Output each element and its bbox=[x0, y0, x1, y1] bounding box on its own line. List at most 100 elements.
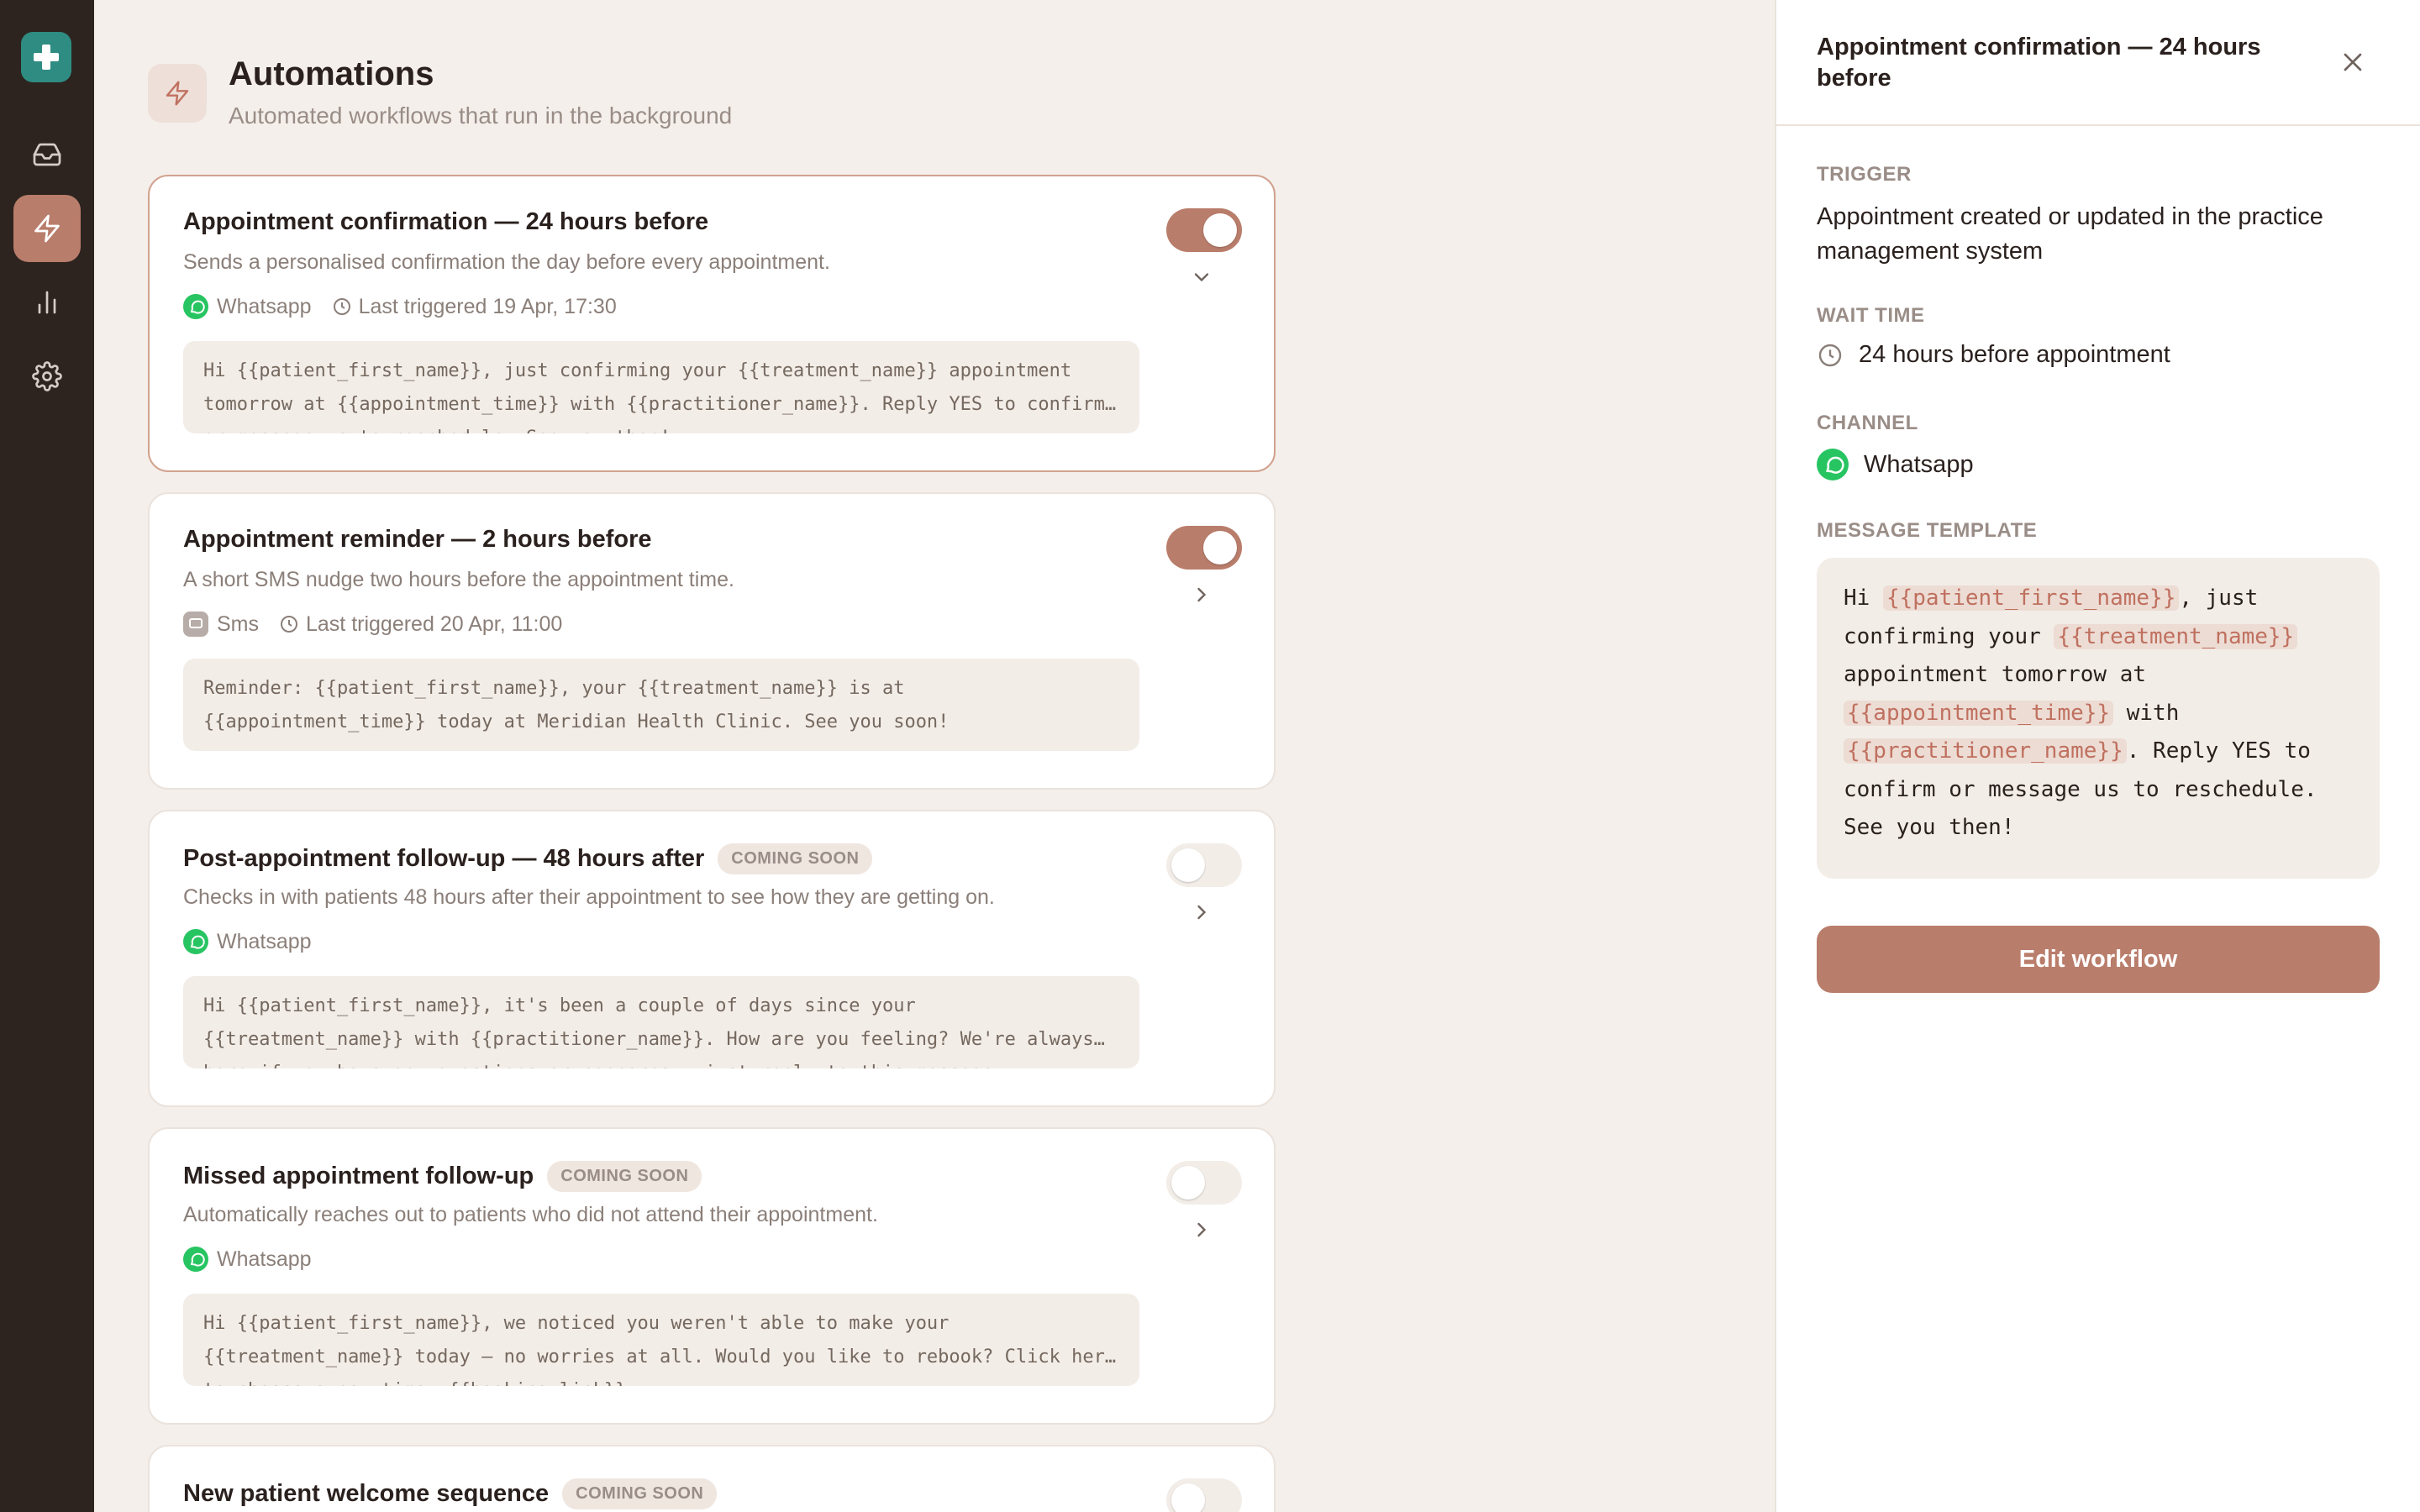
page-subtitle: Automated workflows that run in the back… bbox=[229, 102, 733, 129]
sidebar bbox=[0, 0, 94, 1512]
chevron-right-icon[interactable] bbox=[1190, 583, 1213, 606]
card-title-row: Appointment reminder — 2 hours before bbox=[183, 526, 652, 554]
enable-toggle[interactable] bbox=[1166, 1161, 1242, 1205]
message-template-preview: Hi {{patient_first_name}}, we noticed yo… bbox=[183, 1294, 1139, 1386]
chevron-down-icon[interactable] bbox=[1190, 265, 1213, 289]
card-description: A short SMS nudge two hours before the a… bbox=[183, 568, 734, 591]
template-text-segment: with bbox=[2113, 700, 2180, 726]
card-title: Appointment reminder — 2 hours before bbox=[183, 526, 652, 553]
whatsapp-icon bbox=[1817, 449, 1849, 480]
message-template-preview: Hi {{patient_first_name}}, it's been a c… bbox=[183, 976, 1139, 1068]
channel-label: CHANNEL bbox=[1817, 412, 1918, 434]
toggle-knob bbox=[1171, 848, 1205, 882]
automation-card[interactable]: Appointment reminder — 2 hours before A … bbox=[148, 492, 1276, 790]
template-variable: {{patient_first_name}} bbox=[1882, 585, 2180, 611]
gear-icon bbox=[32, 361, 62, 391]
card-meta: Whatsapp bbox=[183, 1247, 312, 1272]
close-icon[interactable] bbox=[2338, 47, 2368, 77]
template-text: Reminder: {{patient_first_name}}, your {… bbox=[203, 678, 950, 732]
toggle-knob bbox=[1203, 213, 1237, 247]
card-meta: Sms Last triggered 20 Apr, 11:00 bbox=[183, 612, 562, 637]
card-title: Missed appointment follow-up bbox=[183, 1163, 534, 1189]
nav-automations[interactable] bbox=[13, 195, 81, 262]
enable-toggle[interactable] bbox=[1166, 1478, 1242, 1512]
card-title-row: New patient welcome sequence COMING SOON bbox=[183, 1478, 718, 1509]
sms-icon bbox=[183, 612, 208, 637]
edit-workflow-button[interactable]: Edit workflow bbox=[1817, 926, 2380, 993]
enable-toggle[interactable] bbox=[1166, 526, 1242, 570]
template-line: {{practitioner_name}}. Reply YES to bbox=[1844, 732, 2353, 771]
automation-card[interactable]: Missed appointment follow-up COMING SOON… bbox=[148, 1127, 1276, 1425]
clock-icon bbox=[281, 616, 297, 633]
app-logo[interactable] bbox=[21, 32, 71, 82]
template-text-segment: appointment tomorrow at bbox=[1844, 662, 2147, 687]
panel-title: Appointment confirmation — 24 hours befo… bbox=[1817, 34, 2261, 92]
wait-time-row: 24 hours before appointment bbox=[1817, 341, 2170, 369]
template-line: See you then! bbox=[1844, 809, 2353, 848]
clock-icon bbox=[1818, 344, 1842, 366]
nav-settings[interactable] bbox=[13, 343, 81, 410]
enable-toggle[interactable] bbox=[1166, 843, 1242, 887]
card-title-row: Post-appointment follow-up — 48 hours af… bbox=[183, 843, 873, 874]
card-title-row: Appointment confirmation — 24 hours befo… bbox=[183, 208, 708, 236]
whatsapp-icon bbox=[183, 929, 208, 954]
bar-chart-icon bbox=[38, 291, 56, 314]
card-title: New patient welcome sequence bbox=[183, 1480, 550, 1507]
template-line: Hi {{patient_first_name}}, just bbox=[1844, 580, 2353, 618]
coming-soon-badge: COMING SOON bbox=[547, 1161, 702, 1192]
trigger-value: Appointment created or updated in the pr… bbox=[1817, 203, 2323, 265]
last-triggered: Last triggered 19 Apr, 17:30 bbox=[358, 294, 617, 318]
lightning-icon bbox=[166, 81, 189, 106]
whatsapp-icon bbox=[183, 1247, 208, 1272]
automations-main: Automations Automated workflows that run… bbox=[94, 0, 1775, 1512]
card-description: Automatically reaches out to patients wh… bbox=[183, 1203, 878, 1226]
chevron-right-icon[interactable] bbox=[1190, 900, 1213, 924]
template-variable: {{practitioner_name}} bbox=[1844, 738, 2127, 764]
page-title: Automations bbox=[229, 55, 434, 92]
inbox-icon bbox=[33, 143, 61, 166]
toggle-knob bbox=[1171, 1483, 1205, 1512]
template-line: {{appointment_time}} with bbox=[1844, 695, 2353, 733]
enable-toggle[interactable] bbox=[1166, 208, 1242, 252]
template-text: Hi {{patient_first_name}}, we noticed yo… bbox=[203, 1313, 1117, 1386]
whatsapp-icon bbox=[183, 294, 208, 319]
message-template-preview: Reminder: {{patient_first_name}}, your {… bbox=[183, 659, 1139, 751]
lightning-icon bbox=[34, 214, 60, 243]
card-description: Sends a personalised confirmation the da… bbox=[183, 250, 830, 274]
template-text-segment: See you then! bbox=[1844, 815, 2015, 840]
card-description: Checks in with patients 48 hours after t… bbox=[183, 885, 995, 909]
toggle-knob bbox=[1171, 1166, 1205, 1200]
message-template-label: MESSAGE TEMPLATE bbox=[1817, 519, 2038, 542]
card-title: Appointment confirmation — 24 hours befo… bbox=[183, 208, 709, 235]
last-triggered: Last triggered 20 Apr, 11:00 bbox=[306, 612, 563, 636]
template-text-segment: Hi bbox=[1844, 585, 1883, 611]
coming-soon-badge: COMING SOON bbox=[562, 1478, 718, 1509]
clock-icon bbox=[333, 298, 350, 315]
message-template-full: Hi {{patient_first_name}}, just confirmin… bbox=[1817, 558, 2380, 879]
page-icon bbox=[148, 64, 207, 123]
chevron-right-icon[interactable] bbox=[1190, 1218, 1213, 1242]
template-text: Hi {{patient_first_name}}, just confirmi… bbox=[203, 360, 1117, 433]
plus-logo-icon bbox=[34, 45, 59, 70]
trigger-label: TRIGGER bbox=[1817, 163, 1912, 186]
nav-inbox[interactable] bbox=[13, 121, 81, 188]
channel-name: Whatsapp bbox=[217, 1247, 312, 1271]
template-lines: Hi {{patient_first_name}}, just confirmin… bbox=[1844, 580, 2353, 848]
automation-card[interactable]: Post-appointment follow-up — 48 hours af… bbox=[148, 810, 1276, 1107]
template-text-segment: confirm or message us to reschedule. bbox=[1844, 776, 2317, 802]
card-meta: Whatsapp bbox=[183, 929, 312, 954]
automation-card[interactable]: New patient welcome sequence COMING SOON bbox=[148, 1445, 1276, 1512]
template-text-segment: . Reply YES to bbox=[2126, 738, 2311, 764]
channel-name: Sms bbox=[217, 612, 259, 636]
channel-row: Whatsapp bbox=[1817, 449, 1974, 480]
automation-card[interactable]: Appointment confirmation — 24 hours befo… bbox=[148, 175, 1276, 472]
wait-time-label: WAIT TIME bbox=[1817, 304, 1925, 327]
template-text-segment: , just bbox=[2179, 585, 2259, 611]
template-line: confirming your {{treatment_name}} bbox=[1844, 618, 2353, 657]
card-title: Post-appointment follow-up — 48 hours af… bbox=[183, 845, 705, 872]
panel-header: Appointment confirmation — 24 hours befo… bbox=[1776, 0, 2420, 126]
message-template-preview: Hi {{patient_first_name}}, just confirmi… bbox=[183, 341, 1139, 433]
template-line: confirm or message us to reschedule. bbox=[1844, 771, 2353, 810]
nav-analytics[interactable] bbox=[13, 269, 81, 336]
template-variable: {{appointment_time}} bbox=[1844, 700, 2114, 726]
